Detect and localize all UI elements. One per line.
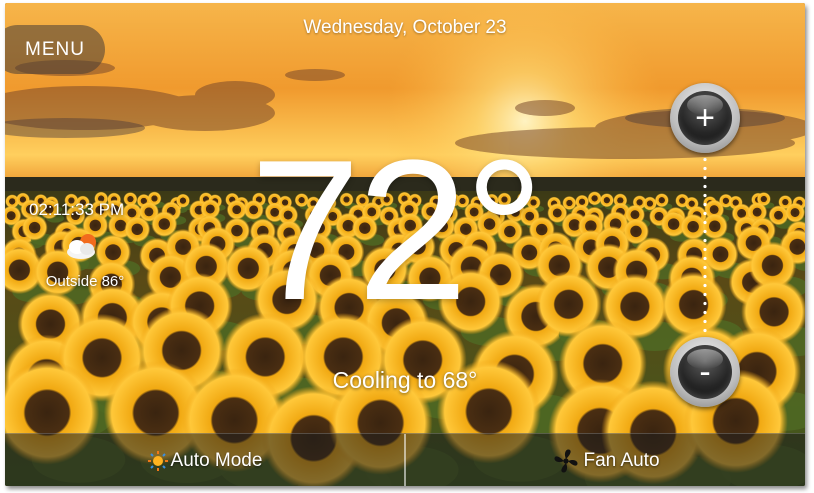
- auto-mode-icon: [147, 450, 168, 471]
- menu-button[interactable]: MENU: [5, 25, 105, 74]
- current-temperature: 72°: [249, 119, 544, 342]
- increase-temperature-button[interactable]: +: [670, 83, 740, 153]
- fan-icon: [554, 448, 578, 473]
- thermostat-screen: Wednesday, October 23 MENU 72° 02:11:33 …: [5, 3, 805, 486]
- date-label: Wednesday, October 23: [303, 17, 507, 38]
- clock-time: 02:11:33 PM: [29, 200, 125, 219]
- outside-temperature: Outside 86°: [45, 273, 125, 290]
- setpoint-slider-track[interactable]: [702, 128, 708, 368]
- mode-label: Auto Mode: [170, 449, 263, 471]
- fan-label: Fan Auto: [583, 449, 660, 471]
- mode-button[interactable]: Auto Mode: [5, 434, 404, 486]
- bottom-bar: Auto Mode Fan Auto: [5, 433, 805, 486]
- partly-cloudy-icon: [67, 234, 96, 259]
- fan-button[interactable]: Fan Auto: [404, 434, 805, 486]
- cooling-status: Cooling to 68°: [332, 367, 478, 393]
- decrease-temperature-button[interactable]: -: [670, 337, 740, 407]
